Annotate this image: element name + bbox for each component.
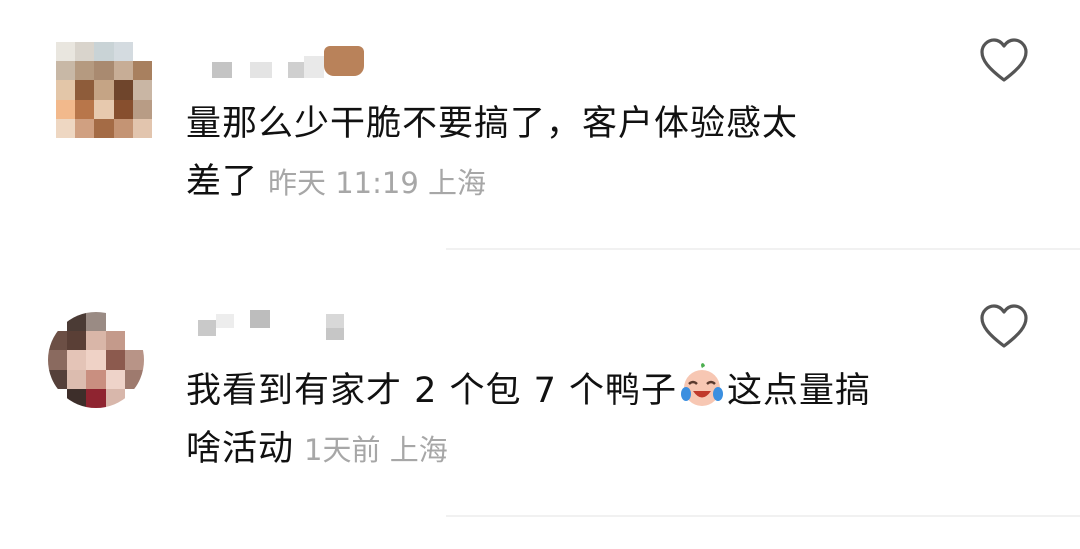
heart-outline-icon[interactable]	[978, 302, 1030, 354]
username-pixel	[326, 328, 344, 340]
avatar-image	[48, 312, 144, 408]
divider	[446, 248, 1080, 250]
username-blurred[interactable]	[198, 310, 358, 340]
username-pixel	[324, 46, 364, 76]
comment-location: 上海	[428, 166, 487, 200]
username-pixel	[216, 314, 234, 328]
comment-item: 我看到有家才 2 个包 7 个鸭子 这点量搞 啥活动 1天前 上海	[0, 252, 1080, 518]
username-pixel	[326, 314, 344, 328]
username-blurred[interactable]	[212, 46, 372, 78]
comment-body: 我看到有家才 2 个包 7 个鸭子	[186, 371, 678, 411]
username-pixel	[250, 62, 272, 78]
divider	[446, 515, 1080, 517]
avatar[interactable]	[56, 42, 152, 138]
avatar-image	[56, 42, 152, 138]
username-pixel	[304, 56, 324, 78]
comment-meta: 1天前 上海	[304, 433, 448, 467]
username-pixel	[212, 62, 232, 78]
comment-text: 量那么少干脆不要搞了，客户体验感太 差了 昨天 11:19 上海	[186, 95, 906, 212]
comment-time: 1天前	[304, 433, 381, 467]
comment-item: 量那么少干脆不要搞了，客户体验感太 差了 昨天 11:19 上海	[0, 0, 1080, 250]
username-pixel	[288, 62, 304, 78]
heart-outline-icon[interactable]	[978, 36, 1030, 88]
username-pixel	[250, 310, 270, 328]
comment-text: 我看到有家才 2 个包 7 个鸭子 这点量搞 啥活动 1天前 上海	[186, 360, 946, 479]
comment-location: 上海	[389, 433, 448, 467]
avatar[interactable]	[48, 312, 144, 408]
crying-laughing-face-emoji	[677, 360, 727, 410]
username-pixel	[198, 320, 216, 336]
comment-time: 昨天 11:19	[268, 166, 419, 200]
comment-meta: 昨天 11:19 上海	[268, 166, 486, 200]
